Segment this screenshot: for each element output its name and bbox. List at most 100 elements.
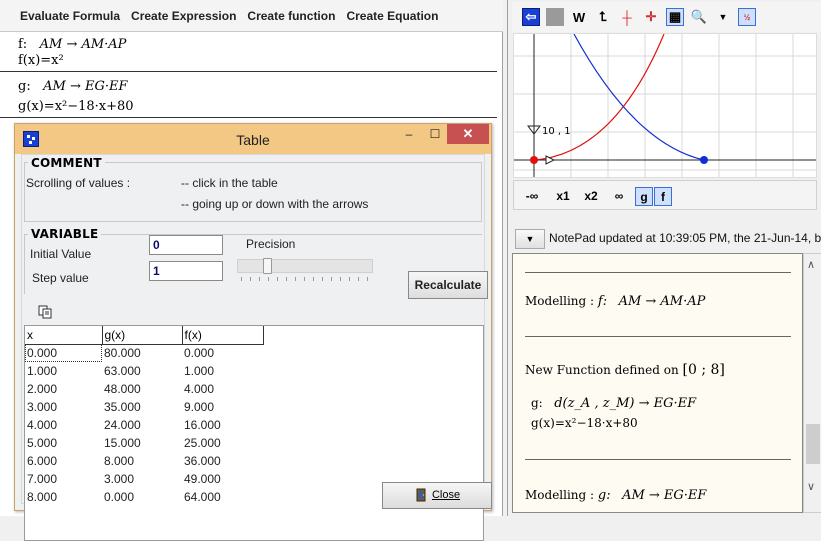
column-header-f[interactable]: f(x) [182, 326, 264, 345]
back-arrow-icon[interactable]: ⇦ [522, 8, 540, 26]
table-cell-f[interactable]: 25.000 [182, 434, 263, 452]
table-row[interactable]: 8.000 0.000 64.000 [25, 488, 263, 506]
f-definition-line[interactable]: f: AM → AM·AP [18, 37, 126, 53]
precision-slider[interactable] [237, 258, 373, 274]
initial-value-input[interactable]: 0 [149, 235, 223, 255]
infinity-button[interactable]: ∞ [608, 187, 630, 206]
separator [525, 272, 791, 273]
zoom-icon[interactable]: 🔍 [690, 8, 708, 26]
table-cell-g[interactable]: 80.000 [102, 344, 182, 362]
chevron-down-icon[interactable]: ▼ [714, 8, 732, 26]
hint-arrows: -- going up or down with the arrows [181, 197, 369, 211]
x1-button[interactable]: x1 [552, 187, 574, 206]
table-cell-x[interactable]: 0.000 [25, 344, 102, 362]
table-cell-f[interactable]: 16.000 [182, 416, 263, 434]
table-cell-x[interactable]: 1.000 [25, 362, 102, 380]
comment-title: COMMENT [28, 156, 105, 170]
table-cell-g[interactable]: 48.000 [102, 380, 182, 398]
g-toggle[interactable]: g [635, 187, 653, 206]
initial-value-label: Initial Value [30, 247, 92, 261]
table-cell-x[interactable]: 4.000 [25, 416, 102, 434]
table-cell-x[interactable]: 7.000 [25, 470, 102, 488]
g-expression: AM → EG·EF [43, 79, 128, 94]
table-cell-x[interactable]: 5.000 [25, 434, 102, 452]
g-formula[interactable]: g(x)=x²−18·x+80 [18, 99, 134, 115]
table-row[interactable]: 1.000 63.000 1.000 [25, 362, 263, 380]
table-row[interactable]: 2.000 48.000 4.000 [25, 380, 263, 398]
column-header-g[interactable]: g(x) [102, 326, 183, 345]
notepad-scrollbar[interactable]: ∧ ∨ [803, 253, 821, 513]
new-function-text: New Function defined on [525, 363, 679, 377]
scroll-down-icon[interactable]: ∨ [807, 480, 815, 493]
minimize-button[interactable]: – [395, 124, 423, 144]
g-definition-line[interactable]: g: AM → EG·EF [18, 79, 127, 95]
f-formula[interactable]: f(x)=x² [18, 53, 64, 69]
table-cell-g[interactable]: 0.000 [102, 488, 182, 506]
table-row[interactable]: 7.000 3.000 49.000 [25, 470, 263, 488]
menu-create-expression[interactable]: Create Expression [131, 9, 236, 23]
f-toggle[interactable]: f [654, 187, 672, 206]
calculator-icon[interactable]: ½ [738, 8, 756, 26]
table-row[interactable]: 3.000 35.000 9.000 [25, 398, 263, 416]
modelling-name: g: [597, 488, 611, 503]
slider-thumb[interactable] [263, 258, 272, 274]
table-row[interactable]: 6.000 8.000 36.000 [25, 452, 263, 470]
grid-lines [514, 34, 816, 177]
table-cell-g[interactable]: 63.000 [102, 362, 182, 380]
table-row[interactable]: 4.000 24.000 16.000 [25, 416, 263, 434]
scroll-thumb[interactable] [806, 424, 820, 464]
table-cell-g[interactable]: 8.000 [102, 452, 182, 470]
close-window-button[interactable]: ✕ [447, 124, 489, 144]
table-cell-x[interactable]: 2.000 [25, 380, 102, 398]
table-row[interactable]: 5.000 15.000 25.000 [25, 434, 263, 452]
menu-create-equation[interactable]: Create Equation [346, 9, 438, 23]
table-cell-f[interactable]: 0.000 [182, 344, 263, 362]
close-button[interactable]: Close [382, 482, 492, 509]
notepad[interactable]: Modelling : f: AM → AM·AP New Function d… [512, 253, 803, 513]
crosshair-icon[interactable]: ✛ [642, 8, 660, 26]
g-name: g: [18, 79, 31, 94]
maximize-button[interactable]: ☐ [421, 124, 449, 144]
graph-canvas[interactable]: 10 , 1 [513, 33, 817, 178]
notepad-dropdown[interactable]: ▼ [515, 229, 545, 249]
minus-infinity-button[interactable]: -∞ [518, 187, 546, 206]
axes-icon[interactable]: ⮤ [594, 8, 612, 26]
menu-create-function[interactable]: Create function [247, 9, 335, 23]
scroll-up-icon[interactable]: ∧ [807, 258, 815, 271]
recalculate-button[interactable]: Recalculate [408, 271, 488, 299]
copy-icon[interactable] [38, 305, 52, 319]
table-cell-g[interactable]: 24.000 [102, 416, 182, 434]
menu-evaluate-formula[interactable]: Evaluate Formula [20, 9, 120, 23]
title-bar[interactable]: Table – ☐ ✕ [15, 124, 491, 154]
door-icon [416, 488, 426, 502]
x2-button[interactable]: x2 [580, 187, 602, 206]
table-cell-f[interactable]: 36.000 [182, 452, 263, 470]
f-name: f: [18, 37, 28, 52]
modelling-label: Modelling : [525, 488, 595, 502]
table-cell-x[interactable]: 6.000 [25, 452, 102, 470]
crosshair-dotted-icon[interactable]: ┼ [618, 8, 636, 26]
table-cell-g[interactable]: 15.000 [102, 434, 182, 452]
table-cell-x[interactable]: 3.000 [25, 398, 102, 416]
table-cell-f[interactable]: 9.000 [182, 398, 263, 416]
table-cell-x[interactable]: 8.000 [25, 488, 102, 506]
axis-label: 10 , 1 [542, 126, 571, 137]
table-header-row: x g(x) f(x) [25, 326, 264, 345]
table-cell-g[interactable]: 3.000 [102, 470, 182, 488]
table-row[interactable]: 0.000 80.000 0.000 [25, 344, 263, 362]
table-cell-f[interactable]: 4.000 [182, 380, 263, 398]
modelling-g-line: Modelling : g: AM → EG·EF [525, 488, 706, 503]
table-cell-f[interactable]: 64.000 [182, 488, 263, 506]
column-header-x[interactable]: x [25, 326, 103, 345]
step-value-input[interactable]: 1 [149, 261, 223, 281]
table-cell-g[interactable]: 35.000 [102, 398, 182, 416]
table-cell-f[interactable]: 49.000 [182, 470, 263, 488]
grid-icon[interactable]: ▦ [666, 8, 684, 26]
step-value-label: Step value [32, 271, 89, 285]
gray-square-icon[interactable] [546, 8, 564, 26]
w-button[interactable]: W [570, 8, 588, 26]
point-a[interactable] [530, 156, 538, 164]
expressions-pane: Evaluate Formula Create Expression Creat… [0, 0, 503, 541]
point-b[interactable] [700, 156, 708, 164]
table-cell-f[interactable]: 1.000 [182, 362, 263, 380]
